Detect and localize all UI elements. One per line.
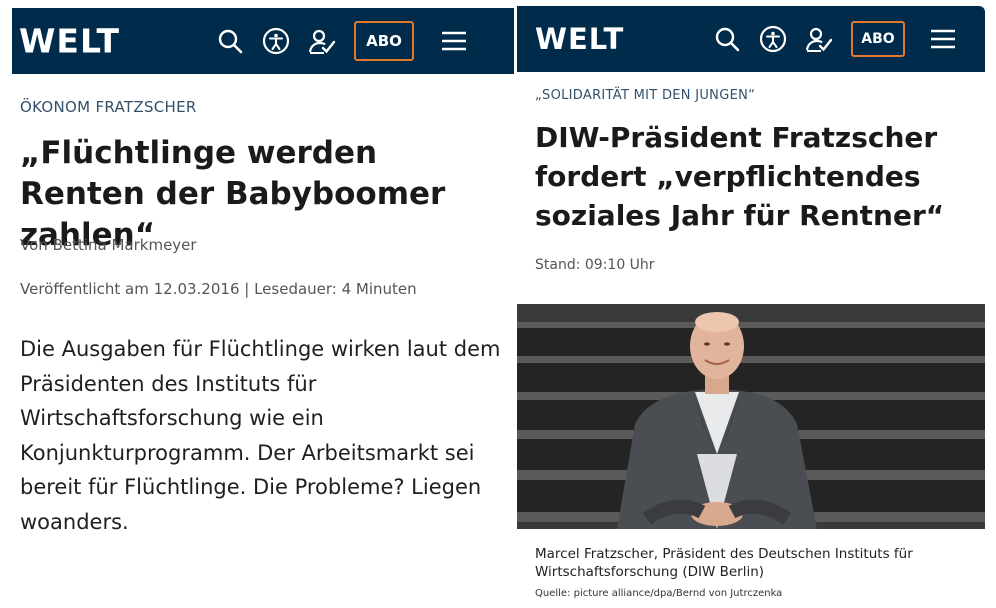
right-article-panel: WELT ABO „SOLIDARITÄT MIT DEN JUNGEN“ DI… xyxy=(517,0,985,608)
article-teaser: Die Ausgaben für Flüchtlinge wirken laut… xyxy=(20,337,501,534)
header-icons: ABO xyxy=(216,8,486,74)
portrait-photo-illustration xyxy=(517,304,985,529)
article-timestamp: Stand: 09:10 Uhr xyxy=(535,257,655,273)
left-article-panel: WELT ABO ÖKONOM FRATZSCHER „Flüchtlinge … xyxy=(0,0,514,608)
header-bar: WELT ABO xyxy=(12,8,514,74)
article-author[interactable]: Von Bettina Markmeyer xyxy=(20,236,197,254)
welt-logo[interactable]: WELT xyxy=(19,22,120,61)
article-headline[interactable]: DIW-Präsident Fratzscher fordert „verpfl… xyxy=(535,118,975,235)
abo-button[interactable]: ABO xyxy=(851,21,905,57)
article-photo[interactable] xyxy=(517,304,985,529)
welt-logo[interactable]: WELT xyxy=(535,22,624,56)
article-kicker: ÖKONOM FRATZSCHER xyxy=(20,98,197,116)
menu-icon[interactable] xyxy=(929,25,957,53)
search-icon[interactable] xyxy=(216,27,244,55)
accessibility-icon[interactable] xyxy=(262,27,290,55)
photo-caption: Marcel Fratzscher, Präsident des Deutsch… xyxy=(535,546,913,580)
article-kicker: „SOLIDARITÄT MIT DEN JUNGEN“ xyxy=(535,88,756,103)
user-login-icon[interactable] xyxy=(308,27,336,55)
article-published-date: Veröffentlicht am 12.03.2016 | Lesedauer… xyxy=(20,280,417,298)
user-login-icon[interactable] xyxy=(805,25,833,53)
accessibility-icon[interactable] xyxy=(759,25,787,53)
photo-credit: Quelle: picture alliance/dpa/Bernd von J… xyxy=(535,588,783,599)
abo-button[interactable]: ABO xyxy=(354,21,414,61)
menu-icon[interactable] xyxy=(440,27,468,55)
search-icon[interactable] xyxy=(713,25,741,53)
header-icons: ABO xyxy=(713,6,975,72)
header-bar: WELT ABO xyxy=(517,6,985,72)
